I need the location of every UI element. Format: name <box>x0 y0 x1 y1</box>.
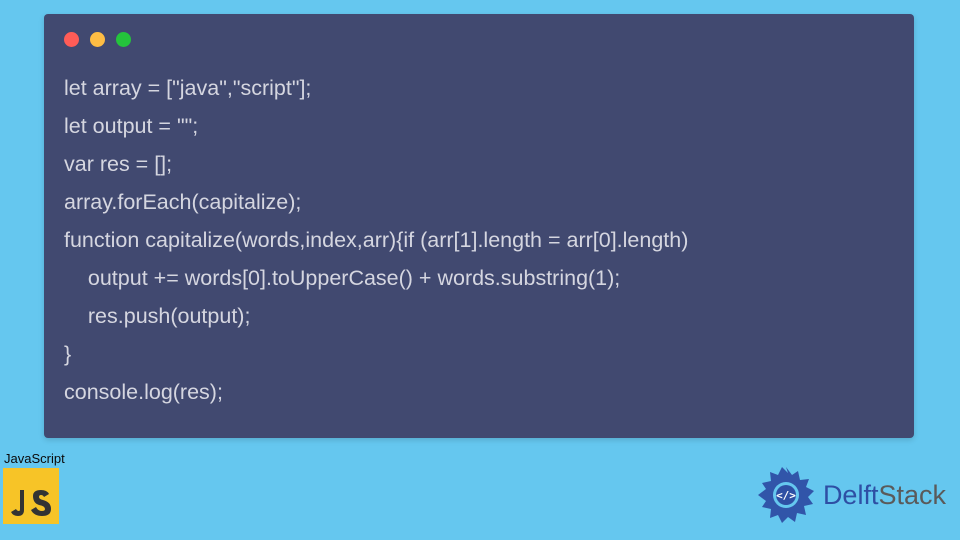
javascript-badge: JavaScript <box>3 451 69 524</box>
brand-logo-icon: </> <box>755 464 817 526</box>
footer: JavaScript </> <box>0 450 960 540</box>
window-controls <box>64 32 894 47</box>
code-line: array.forEach(capitalize); <box>64 190 301 214</box>
svg-text:</>: </> <box>776 489 796 502</box>
code-block: let array = ["java","script"]; let outpu… <box>64 69 894 411</box>
javascript-logo-icon <box>3 468 59 524</box>
code-line: var res = []; <box>64 152 172 176</box>
brand-name: DelftStack <box>823 480 946 511</box>
code-line: console.log(res); <box>64 380 223 404</box>
code-line: res.push(output); <box>64 304 250 328</box>
maximize-icon <box>116 32 131 47</box>
brand-first: Delft <box>823 480 879 510</box>
javascript-label: JavaScript <box>3 451 69 466</box>
close-icon <box>64 32 79 47</box>
code-line: let array = ["java","script"]; <box>64 76 311 100</box>
code-line: output += words[0].toUpperCase() + words… <box>64 266 620 290</box>
code-line: } <box>64 342 71 366</box>
code-window: let array = ["java","script"]; let outpu… <box>44 14 914 438</box>
code-line: function capitalize(words,index,arr){if … <box>64 228 688 252</box>
minimize-icon <box>90 32 105 47</box>
brand-second: Stack <box>878 480 946 510</box>
code-line: let output = ""; <box>64 114 198 138</box>
brand: </> DelftStack <box>755 464 946 526</box>
